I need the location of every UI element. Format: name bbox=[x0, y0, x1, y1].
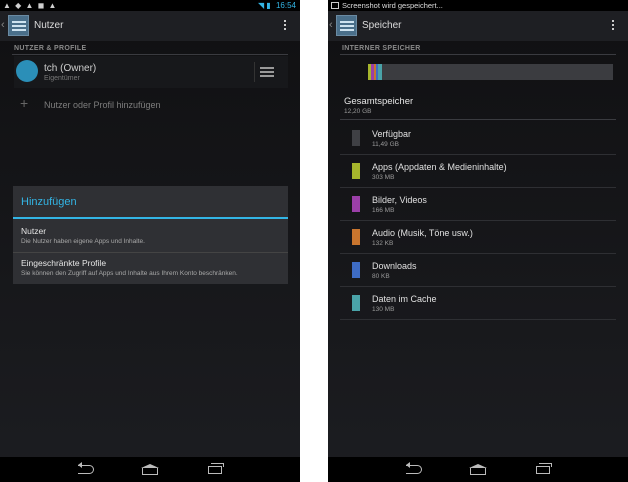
storage-screen: Screenshot wird gespeichert... ‹ Speiche… bbox=[328, 0, 628, 482]
wifi-icon: ◥ ▮ bbox=[257, 1, 271, 10]
add-dialog: Hinzufügen Nutzer Die Nutzer haben eigen… bbox=[13, 186, 288, 284]
dialog-item-title: Nutzer bbox=[21, 226, 47, 236]
storage-category-images[interactable]: Bilder, Videos 166 MB bbox=[328, 192, 628, 225]
storage-category-apps[interactable]: Apps (Appdaten & Medieninhalte) 303 MB bbox=[328, 159, 628, 192]
category-label: Apps (Appdaten & Medieninhalte) bbox=[372, 162, 507, 172]
overflow-menu-icon[interactable] bbox=[284, 18, 288, 32]
back-icon[interactable] bbox=[78, 462, 94, 474]
owner-row[interactable]: tch (Owner) Eigentümer bbox=[14, 56, 288, 88]
total-storage-value: 12,20 GB bbox=[344, 108, 372, 115]
category-value: 132 KB bbox=[372, 240, 394, 247]
owner-name: tch (Owner) bbox=[44, 63, 97, 74]
overflow-menu-icon[interactable] bbox=[612, 18, 616, 32]
category-value: 80 KB bbox=[372, 273, 390, 280]
page-title: Speicher bbox=[362, 20, 402, 31]
status-bar: Screenshot wird gespeichert... bbox=[328, 0, 628, 11]
status-bar: ▲ ◆ ▲ ◼ ▲ ◥ ▮ 16:54 bbox=[0, 0, 300, 11]
back-icon[interactable] bbox=[406, 462, 422, 474]
divider bbox=[13, 252, 288, 253]
avatar bbox=[16, 60, 38, 82]
category-label: Audio (Musik, Töne usw.) bbox=[372, 228, 473, 238]
owner-subtitle: Eigentümer bbox=[44, 75, 80, 82]
dialog-item-restricted-profile[interactable]: Eingeschränkte Profile Sie können den Zu… bbox=[13, 254, 288, 286]
divider bbox=[340, 187, 616, 188]
divider bbox=[340, 119, 616, 120]
settings-app-icon[interactable] bbox=[336, 15, 357, 36]
recent-apps-icon[interactable] bbox=[208, 463, 224, 474]
add-user-button[interactable]: Nutzer oder Profil hinzufügen bbox=[44, 100, 161, 110]
category-value: 11,49 GB bbox=[372, 141, 399, 148]
category-value: 303 MB bbox=[372, 174, 395, 181]
color-swatch bbox=[352, 163, 360, 179]
divider bbox=[340, 220, 616, 221]
dialog-item-title: Eingeschränkte Profile bbox=[21, 258, 107, 268]
category-label: Daten im Cache bbox=[372, 294, 437, 304]
section-divider bbox=[340, 54, 616, 55]
color-swatch bbox=[352, 295, 360, 311]
section-header: NUTZER & PROFILE bbox=[14, 45, 87, 52]
category-label: Downloads bbox=[372, 261, 417, 271]
dialog-item-user[interactable]: Nutzer Die Nutzer haben eigene Apps und … bbox=[13, 222, 288, 254]
settings-sliders-icon[interactable] bbox=[260, 64, 274, 78]
plus-icon: + bbox=[20, 95, 29, 111]
action-bar: ‹ Nutzer bbox=[0, 11, 300, 41]
recent-apps-icon[interactable] bbox=[536, 463, 552, 474]
category-label: Bilder, Videos bbox=[372, 195, 427, 205]
status-notification: Screenshot wird gespeichert... bbox=[342, 1, 443, 10]
section-header: INTERNER SPEICHER bbox=[342, 45, 421, 52]
dialog-title-divider bbox=[13, 217, 288, 219]
settings-app-icon[interactable] bbox=[8, 15, 29, 36]
section-divider bbox=[12, 54, 288, 55]
dialog-item-subtitle: Sie können den Zugriff auf Apps und Inha… bbox=[21, 270, 238, 277]
divider bbox=[340, 253, 616, 254]
storage-usage-bar bbox=[368, 64, 613, 80]
storage-category-available[interactable]: Verfügbar 11,49 GB bbox=[328, 126, 628, 159]
navigation-bar bbox=[0, 457, 300, 482]
category-value: 130 MB bbox=[372, 306, 395, 313]
color-swatch bbox=[352, 130, 360, 146]
notification-icons: ▲ ◆ ▲ ◼ ▲ bbox=[3, 1, 58, 10]
storage-category-audio[interactable]: Audio (Musik, Töne usw.) 132 KB bbox=[328, 225, 628, 258]
divider bbox=[254, 62, 255, 82]
storage-category-downloads[interactable]: Downloads 80 KB bbox=[328, 258, 628, 291]
action-bar: ‹ Speicher bbox=[328, 11, 628, 41]
users-screen: ▲ ◆ ▲ ◼ ▲ ◥ ▮ 16:54 ‹ Nutzer NUTZER & PR… bbox=[0, 0, 300, 482]
total-storage-label: Gesamtspeicher bbox=[344, 96, 414, 107]
back-chevron-icon[interactable]: ‹ bbox=[1, 19, 5, 31]
category-value: 166 MB bbox=[372, 207, 395, 214]
color-swatch bbox=[352, 229, 360, 245]
divider bbox=[340, 286, 616, 287]
back-chevron-icon[interactable]: ‹ bbox=[329, 19, 333, 31]
screenshot-icon bbox=[331, 2, 339, 9]
page-title: Nutzer bbox=[34, 20, 64, 31]
category-label: Verfügbar bbox=[372, 129, 412, 139]
storage-segment-cache bbox=[378, 64, 382, 80]
status-time: 16:54 bbox=[275, 1, 296, 10]
divider bbox=[340, 319, 616, 320]
color-swatch bbox=[352, 262, 360, 278]
storage-category-cache[interactable]: Daten im Cache 130 MB bbox=[328, 291, 628, 324]
divider bbox=[340, 154, 616, 155]
home-icon[interactable] bbox=[141, 464, 159, 475]
dialog-item-subtitle: Die Nutzer haben eigene Apps und Inhalte… bbox=[21, 238, 145, 245]
dialog-title: Hinzufügen bbox=[21, 196, 77, 208]
color-swatch bbox=[352, 196, 360, 212]
home-icon[interactable] bbox=[469, 464, 487, 475]
navigation-bar bbox=[328, 457, 628, 482]
